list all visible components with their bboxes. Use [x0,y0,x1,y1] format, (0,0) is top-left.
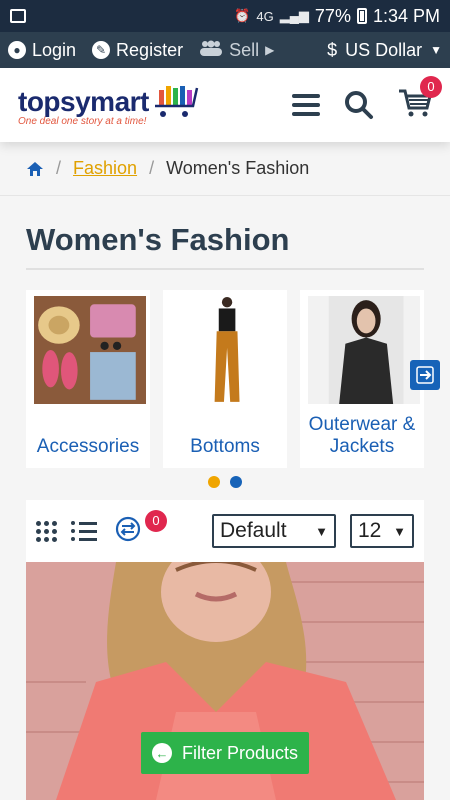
carousel-dots [0,476,450,488]
compare-button[interactable]: 0 [115,509,167,547]
user-icon: ● [8,41,26,59]
breadcrumb: / Fashion / Women's Fashion [0,142,450,196]
bottoms-image [171,296,284,404]
per-page-value: 12 [358,519,382,542]
filter-products-button[interactable]: ← Filter Products [141,732,309,774]
logo[interactable]: topsymart One deal one story at a time! [18,84,199,127]
category-card-accessories[interactable]: Accessories [26,290,150,468]
breadcrumb-fashion-link[interactable]: Fashion [73,158,137,179]
category-label: Bottoms [190,436,260,457]
cart-button[interactable]: 0 [398,75,442,123]
compare-icon [115,516,141,541]
battery-icon [356,8,367,24]
sort-select[interactable]: Default ▼ [212,514,336,548]
outerwear-image [308,296,421,404]
breadcrumb-current: Women's Fashion [166,158,310,178]
currency-label: US Dollar [345,39,423,60]
page-title: Women's Fashion [26,222,290,257]
category-card-bottoms[interactable]: Bottoms [163,290,287,468]
filter-label: Filter Products [181,742,299,763]
category-label: Outerwear & Jackets [308,414,416,457]
compare-count-badge: 0 [145,509,167,532]
currency-symbol: $ [327,39,338,60]
status-bar: ⏰ 4G ▂▄▆ 77% 1:34 PM [0,0,450,32]
caret-right-icon: ▶ [265,43,275,57]
carousel-dot[interactable] [230,476,242,488]
signal-icon: ▂▄▆ [279,8,309,23]
caret-down-icon: ▼ [315,523,328,539]
compass-icon: ✎ [92,41,111,59]
breadcrumb-separator: / [56,158,62,178]
logo-text: topsymart [18,85,149,117]
caret-down-icon: ▼ [393,523,406,539]
alarm-icon: ⏰ [234,8,251,23]
users-icon [199,40,223,61]
sell-label: Sell [229,39,260,60]
account-bar: ● Login ✎ Register Sell ▶ $ US Dollar ▼ [0,32,450,68]
logo-tagline: One deal one story at a time! [18,115,147,127]
chevron-down-icon: ▼ [430,43,442,57]
arrow-left-icon: ← [151,743,172,763]
grid-view-icon[interactable] [36,520,57,542]
product-toolbar: 0 Default ▼ 12 ▼ [26,500,424,562]
register-label: Register [116,39,184,60]
currency-selector[interactable]: $ US Dollar ▼ [327,40,442,61]
gallery-notification-icon [10,9,26,23]
register-link[interactable]: ✎ Register [92,40,183,61]
cart-logo-icon [154,85,199,117]
category-label: Accessories [36,436,140,457]
list-view-icon[interactable] [71,521,97,541]
menu-button[interactable] [292,94,320,116]
battery-percent: 77% [314,5,351,26]
accessories-image [34,296,147,404]
category-carousel: Accessories Bottoms Outerwear & Jackets [26,290,426,468]
login-label: Login [32,39,77,60]
search-icon[interactable] [344,90,374,120]
site-header: topsymart One deal one story at a time! [0,68,450,142]
cart-count-badge: 0 [420,75,442,98]
per-page-select[interactable]: 12 ▼ [350,514,414,548]
arrow-right-icon [416,366,434,384]
clock: 1:34 PM [372,5,440,26]
login-link[interactable]: ● Login [8,40,76,61]
breadcrumb-separator: / [149,158,155,178]
carousel-next-button[interactable] [410,360,440,390]
carousel-dot[interactable] [208,476,220,488]
category-card-outerwear[interactable]: Outerwear & Jackets [300,290,424,468]
sell-link[interactable]: Sell ▶ [199,40,274,61]
sort-value: Default [220,519,287,542]
home-icon[interactable] [26,161,44,177]
network-type: 4G [256,8,274,24]
title-divider [26,268,424,270]
